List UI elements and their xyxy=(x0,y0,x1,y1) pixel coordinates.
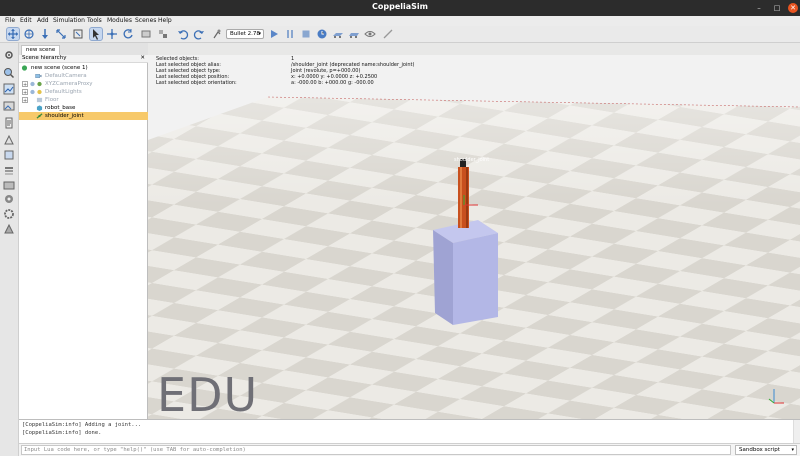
console-output[interactable]: [CoppeliaSim:info] Adding a joint... [Co… xyxy=(19,419,800,444)
hierarchy-item-floor[interactable]: + Floor xyxy=(19,96,148,104)
joint-label: shoulder_joint xyxy=(454,157,490,163)
tab-new-scene[interactable]: new scene xyxy=(21,45,61,55)
pause-icon[interactable] xyxy=(284,28,296,40)
menu-file[interactable]: File xyxy=(5,17,15,24)
graph-icon[interactable] xyxy=(3,83,15,95)
hierarchy-title: Scene hierarchy xyxy=(22,55,67,61)
simulation-settings-icon[interactable] xyxy=(3,49,15,61)
camera-shift-icon[interactable] xyxy=(39,28,51,40)
hierarchy-header: Scene hierarchy ✕ xyxy=(19,55,148,63)
joint-icon xyxy=(36,113,43,119)
camera-icon xyxy=(35,74,42,78)
redo-icon[interactable] xyxy=(193,28,205,40)
slower-icon[interactable] xyxy=(332,28,344,40)
chevron-down-icon: ▾ xyxy=(791,447,794,453)
realtime-icon[interactable] xyxy=(316,28,328,40)
robot-base-left xyxy=(433,230,453,325)
menu-modules[interactable]: Modules xyxy=(107,17,132,24)
light-icon xyxy=(37,89,42,95)
hierarchy-root[interactable]: new scene (scene 1) xyxy=(19,64,148,72)
maximize-button[interactable]: □ xyxy=(772,3,782,13)
object-shift-icon[interactable] xyxy=(106,28,118,40)
camera-fit-icon[interactable] xyxy=(72,28,84,40)
visibility-icon xyxy=(30,89,35,95)
magnifier-icon[interactable] xyxy=(3,67,15,79)
user-settings-icon[interactable] xyxy=(3,193,15,205)
record-icon[interactable] xyxy=(3,223,15,235)
expand-icon[interactable]: + xyxy=(22,81,28,88)
transfer-dna-icon[interactable] xyxy=(157,28,169,40)
layers-icon[interactable] xyxy=(3,164,15,176)
lua-command-input[interactable] xyxy=(21,445,731,455)
selection-info: Selected objects: 1 Last selected object … xyxy=(156,56,415,86)
orientation-axes-icon xyxy=(768,389,784,404)
camera-pan-icon[interactable] xyxy=(6,27,20,41)
scene-globe-icon xyxy=(21,65,28,71)
thread-icon[interactable] xyxy=(382,28,394,40)
hierarchy-toggle-icon[interactable] xyxy=(3,149,15,161)
hierarchy-item-shoulder-joint[interactable]: shoulder_joint xyxy=(19,112,148,120)
physics-engine-select[interactable]: Bullet 2.78 ▾ xyxy=(226,29,264,39)
hierarchy-item-robot-base[interactable]: robot_base xyxy=(19,104,148,112)
model-browser-icon[interactable] xyxy=(3,179,15,191)
scene-viewport[interactable]: shoulder_joint xyxy=(148,55,800,419)
menu-bar: File Edit Add Simulation Tools Modules S… xyxy=(0,16,800,26)
scene-tab-row: new scene xyxy=(19,43,148,55)
hierarchy-item-xyzcameraproxy[interactable]: + XYZCameraProxy xyxy=(19,80,148,88)
script-target-select[interactable]: Sandbox script ▾ xyxy=(735,445,797,455)
menu-simulation[interactable]: Simulation xyxy=(53,17,85,24)
robot-base-right xyxy=(453,233,498,325)
chevron-down-icon: ▾ xyxy=(258,31,261,37)
camera-zoom-icon[interactable] xyxy=(55,28,67,40)
hierarchy-item-defaultlights[interactable]: + DefaultLights xyxy=(19,88,148,96)
browser-icon[interactable] xyxy=(3,134,15,146)
menu-scenes[interactable]: Scenes xyxy=(135,17,156,24)
scene-render xyxy=(148,55,800,419)
left-toolbar xyxy=(0,43,19,456)
main-toolbar: Bullet 2.78 ▾ xyxy=(0,26,800,43)
play-icon[interactable] xyxy=(268,28,280,40)
script-icon[interactable] xyxy=(3,117,15,129)
assembly-icon[interactable] xyxy=(140,28,152,40)
hierarchy-item-defaultcamera[interactable]: DefaultCamera xyxy=(19,72,148,80)
close-button[interactable]: ✕ xyxy=(788,3,798,13)
image-icon[interactable] xyxy=(3,100,15,112)
scene-hierarchy-panel: new scene Scene hierarchy ✕ new scene (s… xyxy=(19,43,148,419)
menu-help[interactable]: Help xyxy=(158,17,172,24)
console-line: [CoppeliaSim:info] Adding a joint... xyxy=(22,422,142,428)
preferences-gear-icon[interactable] xyxy=(3,208,15,220)
command-bar: Sandbox script ▾ xyxy=(19,443,800,456)
close-icon[interactable]: ✕ xyxy=(140,55,145,62)
stop-icon[interactable] xyxy=(300,28,312,40)
console-scrollbar[interactable] xyxy=(793,420,800,444)
menu-add[interactable]: Add xyxy=(37,17,49,24)
expand-icon[interactable]: + xyxy=(22,97,28,104)
faster-icon[interactable] xyxy=(348,28,360,40)
minimize-button[interactable]: – xyxy=(754,3,764,13)
menu-edit[interactable]: Edit xyxy=(20,17,32,24)
dynamics-toggle-icon[interactable] xyxy=(211,28,223,40)
shape-icon xyxy=(36,105,43,111)
expand-icon[interactable]: + xyxy=(22,89,28,96)
console-line: [CoppeliaSim:info] done. xyxy=(22,430,102,436)
dummy-icon xyxy=(37,81,42,87)
lock-icon xyxy=(30,81,35,87)
camera-rotate-icon[interactable] xyxy=(23,28,35,40)
undo-icon[interactable] xyxy=(177,28,189,40)
visualization-icon[interactable] xyxy=(364,28,376,40)
edu-watermark: EDU xyxy=(157,368,259,422)
floor-shape-icon xyxy=(36,97,43,103)
window-title: CoppeliaSim xyxy=(372,2,428,11)
object-select-icon[interactable] xyxy=(89,27,103,41)
title-bar: CoppeliaSim – □ ✕ xyxy=(0,0,800,16)
menu-tools[interactable]: Tools xyxy=(87,17,102,24)
object-rotate-icon[interactable] xyxy=(122,28,134,40)
